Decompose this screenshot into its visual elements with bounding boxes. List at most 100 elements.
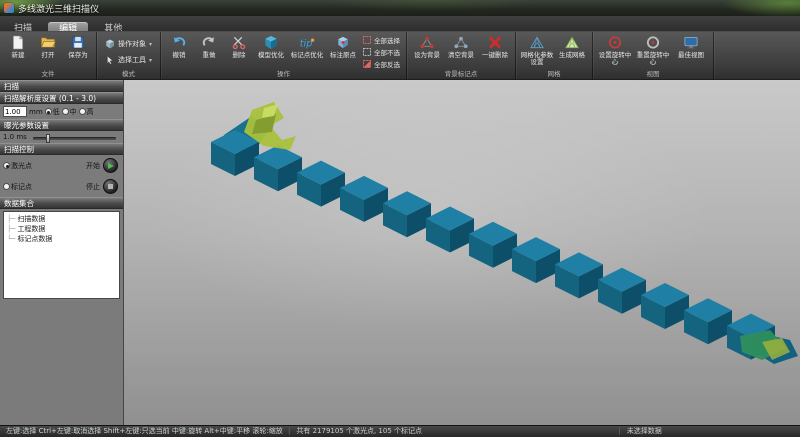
radio-icon <box>3 183 10 190</box>
new-document-icon <box>10 35 26 50</box>
button-label: 模型优化 <box>258 51 284 59</box>
ribbon-group-view: 设置旋转中心 重置旋转中心 最佳视图 视图 <box>593 32 714 79</box>
dataset-list[interactable]: ├─扫描数据 ├─工程数据 └─标记点数据 <box>3 211 120 299</box>
scan-section-header[interactable]: 扫描 <box>0 80 123 92</box>
group-label-mode: 模式 <box>97 70 160 79</box>
button-label: 全部不选 <box>374 47 400 57</box>
clear-background-button[interactable]: 清空背景 <box>444 33 478 71</box>
set-background-button[interactable]: 设为背景 <box>410 33 444 71</box>
exposure-controls: 1.0 ms <box>0 131 123 143</box>
laser-point-radio[interactable]: 激光点 <box>3 161 32 171</box>
radio-label: 高 <box>87 107 94 117</box>
button-label: 全部反选 <box>374 59 400 69</box>
viewport-3d[interactable] <box>124 80 800 425</box>
delete-button[interactable]: 删除 <box>224 33 254 71</box>
button-label: 生成网格 <box>559 51 585 59</box>
undo-button[interactable]: 撤销 <box>164 33 194 71</box>
redo-icon <box>201 35 217 50</box>
ribbon-group-background-markers: 设为背景 清空背景 一键删除 背景标记点 <box>407 32 516 79</box>
select-invert-button[interactable]: 全部反选 <box>363 59 400 69</box>
new-button[interactable]: 新建 <box>3 33 33 71</box>
scan-point-cloud[interactable] <box>124 80 800 425</box>
ribbon: 新建 打开 保存为 文件 操作对象 ▾ <box>0 31 800 80</box>
marker-optimize-button[interactable]: tip 标记点优化 <box>288 33 326 71</box>
tree-branch-icon: └─ <box>7 234 15 244</box>
radio-label: 标记点 <box>11 182 32 192</box>
button-label: 最佳视图 <box>678 51 704 59</box>
generate-mesh-button[interactable]: 生成网格 <box>555 33 589 71</box>
resolution-radio-high[interactable]: 高 <box>79 107 94 117</box>
marker-point-radio[interactable]: 标记点 <box>3 182 32 192</box>
scan-control-row-marker: 标记点 停止 <box>0 176 123 197</box>
mesh-generate-icon <box>564 35 580 50</box>
button-label: 打开 <box>42 51 55 59</box>
exposure-value: 1.0 ms <box>3 133 27 141</box>
window-title: 多线激光三维扫描仪 <box>18 2 99 15</box>
dataset-section-header[interactable]: 数据集合 <box>0 197 123 209</box>
button-label: 选择工具 <box>118 55 146 65</box>
select-all-icon <box>363 36 371 44</box>
slider-thumb[interactable] <box>46 134 50 143</box>
button-label: 操作对象 <box>118 39 146 49</box>
cursor-icon <box>105 55 115 65</box>
list-item-project-data[interactable]: ├─工程数据 <box>7 224 119 234</box>
chevron-down-icon: ▾ <box>149 41 152 48</box>
save-as-button[interactable]: 保存为 <box>63 33 93 71</box>
start-label: 开始 <box>86 161 100 171</box>
list-item-scan-data[interactable]: ├─扫描数据 <box>7 214 119 224</box>
network-dots-clear-icon <box>453 35 469 50</box>
model-optimize-button[interactable]: 模型优化 <box>254 33 288 71</box>
point-counts: 共有 2179105 个激光点, 105 个标记点 <box>290 426 618 437</box>
radio-icon <box>79 108 86 115</box>
chevron-down-icon: ▾ <box>149 57 152 64</box>
select-none-button[interactable]: 全部不选 <box>363 47 400 57</box>
stop-scan-button[interactable] <box>103 179 118 194</box>
select-all-button[interactable]: 全部选择 <box>363 35 400 45</box>
list-item-marker-data[interactable]: └─标记点数据 <box>7 234 119 244</box>
group-label-background-markers: 背景标记点 <box>407 70 515 79</box>
ribbon-group-file: 新建 打开 保存为 文件 <box>0 32 97 79</box>
operate-object-button[interactable]: 操作对象 ▾ <box>102 38 155 50</box>
reset-rotation-center-button[interactable]: 重置旋转中心 <box>634 33 672 71</box>
radio-label: 中 <box>70 107 77 117</box>
select-none-icon <box>363 48 371 56</box>
select-invert-icon <box>363 60 371 68</box>
resolution-radio-low[interactable]: 低 <box>45 107 60 117</box>
cube-icon <box>263 35 279 50</box>
open-button[interactable]: 打开 <box>33 33 63 71</box>
one-key-delete-button[interactable]: 一键删除 <box>478 33 512 71</box>
group-label-mesh: 网格 <box>516 70 592 79</box>
redo-button[interactable]: 重做 <box>194 33 224 71</box>
select-tool-button[interactable]: 选择工具 ▾ <box>102 54 155 66</box>
sidebar: 扫描 扫描解析度设置 (0.1 - 3.0) mm 低 中 高 曝光参数设置 1… <box>0 80 124 425</box>
mesh-parameters-button[interactable]: 网格化参数设置 <box>519 33 555 71</box>
button-label: 删除 <box>233 51 246 59</box>
button-label: 全部选择 <box>374 35 400 45</box>
button-label: 保存为 <box>68 51 88 59</box>
group-label-view: 视图 <box>593 70 713 79</box>
resolution-radio-mid[interactable]: 中 <box>62 107 77 117</box>
resolution-section-header[interactable]: 扫描解析度设置 (0.1 - 3.0) <box>0 92 123 104</box>
radio-icon <box>45 108 52 115</box>
ribbon-tab-bar: 扫描 编辑 其他 <box>0 16 800 31</box>
mark-origin-button[interactable]: 标注原点 <box>326 33 360 71</box>
exposure-section-header[interactable]: 曝光参数设置 <box>0 119 123 131</box>
start-scan-button[interactable] <box>103 158 118 173</box>
group-label-operations: 操作 <box>161 70 406 79</box>
set-rotation-center-button[interactable]: 设置旋转中心 <box>596 33 634 71</box>
mouse-hints: 左键:选择 Ctrl+左键:取消选择 Shift+左键:只选当前 中键:旋转 A… <box>0 426 288 437</box>
button-label: 撤销 <box>173 51 186 59</box>
app-icon <box>4 3 14 13</box>
statusbar: 左键:选择 Ctrl+左键:取消选择 Shift+左键:只选当前 中键:旋转 A… <box>0 425 800 437</box>
titlebar[interactable]: 多线激光三维扫描仪 <box>0 0 800 16</box>
resolution-input[interactable] <box>3 106 27 117</box>
scan-control-section-header[interactable]: 扫描控制 <box>0 143 123 155</box>
best-view-button[interactable]: 最佳视图 <box>672 33 710 71</box>
scissors-icon <box>231 35 247 50</box>
radio-label: 激光点 <box>11 161 32 171</box>
save-icon <box>70 35 86 50</box>
radio-label: 低 <box>53 107 60 117</box>
mesh-settings-icon <box>529 35 545 50</box>
ribbon-group-operations: 撤销 重做 删除 模型优化 <box>161 32 407 79</box>
exposure-slider[interactable] <box>33 137 116 140</box>
